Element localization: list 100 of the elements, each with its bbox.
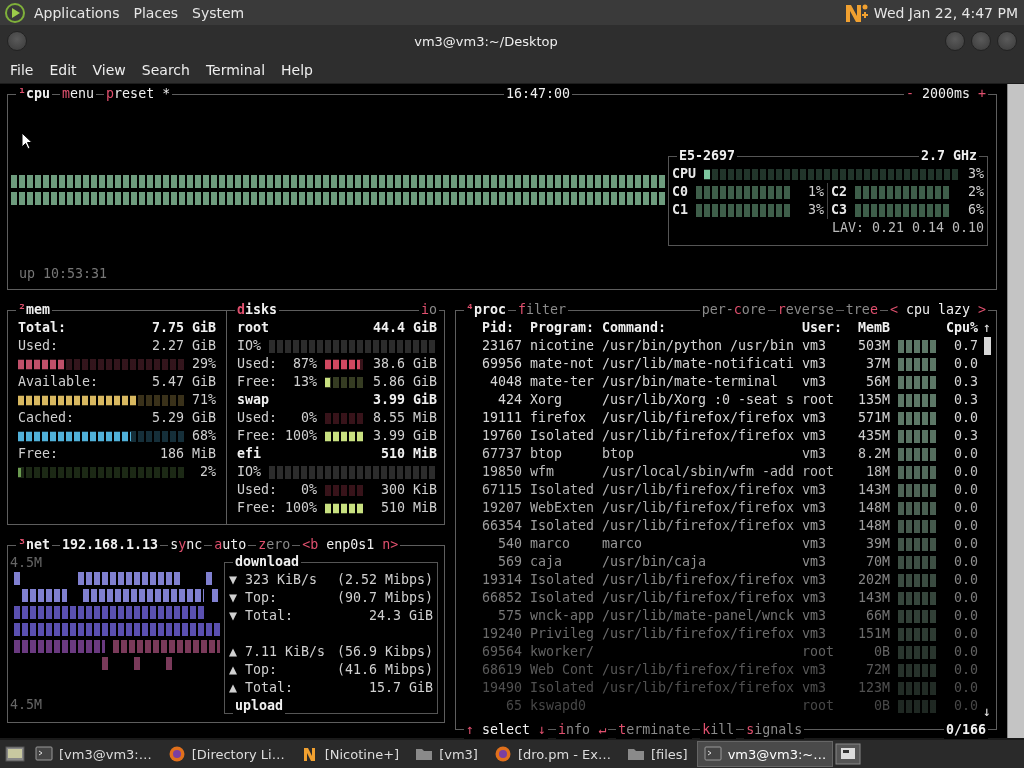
option-toggle[interactable]: info ↵ <box>556 721 609 739</box>
scroll-down-arrow[interactable]: ↓ <box>983 703 991 721</box>
table-cell-text: 435M <box>856 427 890 445</box>
table-cell-text: 8.2M <box>856 445 890 463</box>
table-cell-text: vm3 <box>802 571 828 589</box>
workspace-icon[interactable] <box>835 743 862 765</box>
table-cell: kworker/ <box>530 643 594 661</box>
panel-clock[interactable]: Wed Jan 22, 4:47 PM <box>873 4 1018 21</box>
taskbar-button[interactable]: [Nicotine+] <box>293 741 407 767</box>
taskbar-button[interactable]: [dro.pm - Ex… <box>486 741 618 767</box>
disk-label: Used: <box>237 409 278 427</box>
panel-menu[interactable]: System <box>186 4 251 21</box>
io-label: IO% <box>237 337 262 355</box>
option-toggle[interactable]: kill <box>700 721 737 739</box>
table-cell: Isolated <box>530 589 594 607</box>
menu-item[interactable]: Search <box>133 62 198 78</box>
table-cell-text: vm3 <box>802 553 828 571</box>
column-header[interactable]: Program: <box>530 319 594 337</box>
table-cell-text: 0.0 <box>952 553 978 571</box>
menu-item[interactable]: Help <box>273 62 321 78</box>
table-cell-text: /usr/bin/caja <box>602 553 708 571</box>
cpu-graph-drawing <box>898 681 938 695</box>
disk-percent: 100% <box>285 427 318 445</box>
taskbar-button[interactable]: [vm3@vm3:… <box>28 741 159 767</box>
table-cell-text: 0.0 <box>952 481 978 499</box>
menu-item[interactable]: View <box>84 62 134 78</box>
table-cell-text: 571M <box>856 409 890 427</box>
taskbar-button[interactable]: [vm3] <box>408 741 485 767</box>
table-cell: /usr/lib/firefox/firefox <box>602 661 794 679</box>
table-cell-text: root <box>802 391 836 409</box>
panel-menu[interactable]: Places <box>127 4 185 21</box>
scroll-thumb[interactable] <box>983 337 991 355</box>
column-header[interactable]: Command: <box>602 319 794 337</box>
table-cell: /usr/lib/firefox/firefox <box>602 409 794 427</box>
table-cell-text: vm3 <box>802 625 828 643</box>
core-label: C1 <box>672 201 688 219</box>
option-toggle[interactable]: terminate <box>616 721 693 739</box>
disk-name: swap <box>237 391 270 409</box>
option-toggle[interactable]: signals <box>744 721 805 739</box>
menu-logo-icon[interactable] <box>4 1 26 24</box>
table-cell-text: 569 <box>496 553 522 571</box>
table-cell-text: vm3 <box>802 445 828 463</box>
table-cell: 66852 <box>482 589 522 607</box>
table-cell: 68619 <box>482 661 522 679</box>
cursor-icon <box>21 132 33 150</box>
table-cell: 19760 <box>482 427 522 445</box>
cpu-graph-drawing <box>898 429 938 443</box>
menu-item[interactable]: File <box>2 62 42 78</box>
column-header[interactable]: User: <box>802 319 842 337</box>
disk-size: 44.4 GiB <box>373 319 438 337</box>
table-cell-text: 148M <box>856 499 890 517</box>
table-cell-text: firefox <box>530 409 588 427</box>
scroll-up-arrow[interactable]: ↑ <box>983 319 991 337</box>
cpu-graph-drawing <box>898 501 938 515</box>
option-toggle[interactable]: p reset * <box>104 85 173 103</box>
cpu-graph-drawing <box>898 555 938 569</box>
table-cell-text: 503M <box>856 337 890 355</box>
core-percent: 2% <box>967 183 984 201</box>
table-cell-text: 0.3 <box>952 373 978 391</box>
arrow-label: ▲ Top: <box>229 661 278 679</box>
column-header[interactable]: MemB <box>850 319 890 337</box>
menu-item[interactable]: Edit <box>41 62 85 78</box>
panel-menu[interactable]: Applications <box>28 4 126 21</box>
taskbar-button[interactable]: [Directory Li… <box>160 741 292 767</box>
show-desktop-icon[interactable] <box>4 744 26 764</box>
option-toggle[interactable]: ↑ select ↓ <box>464 721 549 739</box>
table-cell-text: root <box>802 643 836 661</box>
arrow-label: ▲ Total: <box>229 679 294 697</box>
table-cell-text: 72M <box>864 661 890 679</box>
option-toggle[interactable]: < cpu lazy > <box>887 301 988 319</box>
table-cell: nicotine <box>530 337 594 355</box>
graph-bar <box>102 657 110 670</box>
table-cell: Isolated <box>530 571 594 589</box>
option-toggle[interactable]: <b enp0s1 n> <box>300 536 401 554</box>
table-cell-text: 0.0 <box>952 625 978 643</box>
table-cell: /usr/lib/firefox/firefox <box>602 625 794 643</box>
table-cell-text: 0.0 <box>952 409 978 427</box>
table-cell: 19314 <box>482 571 522 589</box>
taskbar-button[interactable]: [files] <box>619 741 695 767</box>
table-cell: /usr/lib/mate-notificati <box>602 355 794 373</box>
table-cell: /usr/lib/firefox/firefox <box>602 517 794 535</box>
scrollbar[interactable] <box>1007 84 1024 738</box>
table-cell-text: 0.0 <box>952 661 978 679</box>
table-cell-text: Xorg <box>530 391 564 409</box>
column-header[interactable]: Cpu% <box>946 319 978 337</box>
load-average: LAV: 0.21 0.14 0.10 <box>830 219 985 237</box>
menu-item[interactable]: Terminal <box>197 62 274 78</box>
table-cell-text: 575 <box>496 607 522 625</box>
column-header[interactable]: Pid: <box>482 319 522 337</box>
cpu-graph-drawing <box>898 393 938 407</box>
table-cell: 19850 <box>482 463 522 481</box>
memory-value: 5.47 GiB <box>152 373 217 391</box>
cpu-graph-drawing <box>898 627 938 641</box>
table-cell: /usr/lib/firefox/firefox <box>602 499 794 517</box>
disk-name: root <box>237 319 270 337</box>
table-cell-text: 39M <box>864 535 890 553</box>
table-cell-text: 70M <box>864 553 890 571</box>
table-cell-text: vm3 <box>802 355 828 373</box>
taskbar-button[interactable]: vm3@vm3:~… <box>696 741 834 767</box>
table-cell-text: 37M <box>864 355 890 373</box>
